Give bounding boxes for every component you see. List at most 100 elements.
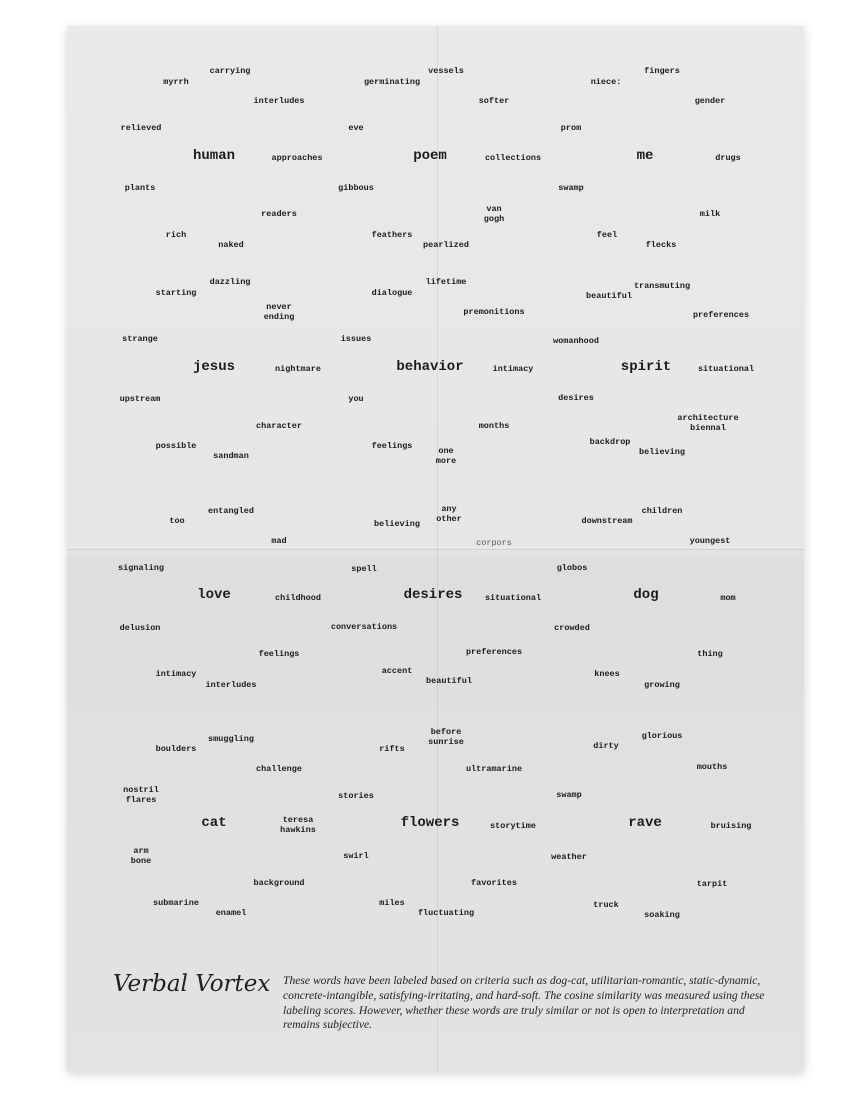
word-label: conversations bbox=[330, 622, 398, 632]
word-label: spirit bbox=[620, 359, 672, 375]
word-label: challenge bbox=[256, 764, 302, 774]
word-label: childhood bbox=[275, 593, 321, 603]
word-label: gibbous bbox=[338, 183, 374, 193]
word-label: any other bbox=[436, 504, 462, 524]
word-label: preferences bbox=[692, 310, 750, 320]
word-label: swamp bbox=[556, 790, 582, 800]
word-label: plants bbox=[124, 183, 156, 193]
word-label: favorites bbox=[471, 878, 517, 888]
word-label: never ending bbox=[263, 302, 295, 322]
word-label: soaking bbox=[644, 910, 680, 920]
word-label: poem bbox=[413, 148, 447, 164]
word-label: accent bbox=[381, 666, 413, 676]
word-label: submarine bbox=[153, 898, 199, 908]
word-label: me bbox=[636, 148, 654, 164]
word-label: knees bbox=[594, 669, 620, 679]
word-label: sandman bbox=[213, 451, 249, 461]
word-label: flowers bbox=[400, 815, 460, 831]
word-label: beautiful bbox=[426, 676, 472, 686]
word-label: fluctuating bbox=[417, 908, 475, 918]
word-label: stories bbox=[338, 791, 374, 801]
word-label: eve bbox=[348, 123, 364, 133]
word-label: milk bbox=[699, 209, 721, 219]
word-label: desires bbox=[403, 587, 463, 603]
word-label: gender bbox=[694, 96, 726, 106]
word-label: softer bbox=[478, 96, 510, 106]
word-label: corpors bbox=[476, 538, 512, 548]
word-label: arm bone bbox=[130, 846, 152, 866]
word-label: premonitions bbox=[463, 307, 525, 317]
word-label: flecks bbox=[645, 240, 677, 250]
word-label: delusion bbox=[119, 623, 161, 633]
word-label: bruising bbox=[710, 821, 752, 831]
word-label: prom bbox=[560, 123, 582, 133]
word-label: swamp bbox=[558, 183, 584, 193]
word-label: character bbox=[256, 421, 302, 431]
word-label: believing bbox=[639, 447, 685, 457]
word-label: feel bbox=[596, 230, 618, 240]
word-label: crowded bbox=[554, 623, 590, 633]
word-label: mad bbox=[271, 536, 287, 546]
word-label: enamel bbox=[215, 908, 247, 918]
word-label: carrying bbox=[209, 66, 251, 76]
word-label: vessels bbox=[428, 66, 464, 76]
word-label: storytime bbox=[490, 821, 536, 831]
word-label: growing bbox=[644, 680, 680, 690]
word-label: dog bbox=[633, 587, 659, 603]
word-label: germinating bbox=[363, 77, 421, 87]
word-label: ultramarine bbox=[465, 764, 523, 774]
word-label: boulders bbox=[155, 744, 197, 754]
poster-description: These words have been labeled based on c… bbox=[283, 974, 765, 1032]
word-label: believing bbox=[374, 519, 420, 529]
word-label: feathers bbox=[371, 230, 413, 240]
word-label: downstream bbox=[581, 516, 633, 526]
word-label: too bbox=[169, 516, 185, 526]
word-label: situational bbox=[697, 364, 755, 374]
word-label: upstream bbox=[119, 394, 161, 404]
word-label: dialogue bbox=[371, 288, 413, 298]
word-label: possible bbox=[155, 441, 197, 451]
word-label: globos bbox=[556, 563, 588, 573]
word-label: you bbox=[348, 394, 364, 404]
word-label: interludes bbox=[205, 680, 257, 690]
word-label: intimacy bbox=[492, 364, 534, 374]
word-label: myrrh bbox=[163, 77, 189, 87]
word-label: niece: bbox=[590, 77, 622, 87]
word-label: strange bbox=[122, 334, 158, 344]
word-label: drugs bbox=[715, 153, 741, 163]
word-label: interludes bbox=[253, 96, 305, 106]
word-label: cat bbox=[201, 815, 227, 831]
word-label: collections bbox=[484, 153, 542, 163]
word-label: feelings bbox=[371, 441, 413, 451]
word-label: rifts bbox=[379, 744, 405, 754]
word-label: teresa hawkins bbox=[280, 815, 316, 835]
word-label: nostril flares bbox=[123, 785, 159, 805]
word-label: rich bbox=[165, 230, 187, 240]
word-label: before sunrise bbox=[428, 727, 464, 747]
word-label: van gogh bbox=[483, 204, 505, 224]
word-label: behavior bbox=[396, 359, 464, 375]
word-label: situational bbox=[484, 593, 542, 603]
word-label: thing bbox=[697, 649, 723, 659]
word-label: rave bbox=[628, 815, 662, 831]
word-label: dirty bbox=[593, 741, 619, 751]
word-label: backdrop bbox=[589, 437, 631, 447]
word-label: background bbox=[253, 878, 305, 888]
word-label: issues bbox=[340, 334, 372, 344]
word-label: weather bbox=[551, 852, 587, 862]
word-label: youngest bbox=[689, 536, 731, 546]
word-label: beautiful bbox=[586, 291, 632, 301]
word-label: lifetime bbox=[425, 277, 467, 287]
word-label: glorious bbox=[641, 731, 683, 741]
word-label: signaling bbox=[118, 563, 164, 573]
word-label: dazzling bbox=[209, 277, 251, 287]
word-label: readers bbox=[261, 209, 297, 219]
word-label: architecture biennal bbox=[677, 413, 739, 433]
word-label: entangled bbox=[208, 506, 254, 516]
word-label: transmuting bbox=[633, 281, 691, 291]
word-label: intimacy bbox=[155, 669, 197, 679]
word-label: desires bbox=[558, 393, 594, 403]
word-label: spell bbox=[351, 564, 377, 574]
word-label: womanhood bbox=[553, 336, 599, 346]
poster-title: Verbal Vortex bbox=[113, 971, 271, 997]
